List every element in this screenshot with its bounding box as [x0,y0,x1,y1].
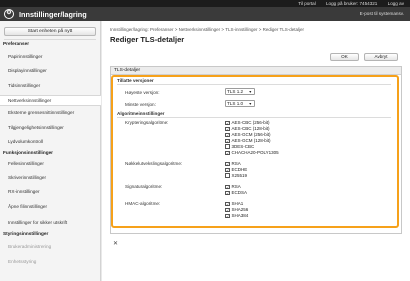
main-content: Innstillinger/lagring: Preferanser > Net… [102,21,410,281]
sidebar-item-rx[interactable]: RX-innstillinger [8,189,100,194]
divider [117,84,391,85]
cipher-3des-cbc-checkbox[interactable]: 3DES-CBC [225,144,254,149]
min-version-label: Minste versjon: [125,102,156,107]
page-title: Rediger TLS-detaljer [110,35,185,44]
ok-button[interactable]: OK [330,53,359,61]
checkbox-label: SHA384 [231,213,249,218]
sidebar-item-device-management[interactable]: Enhetsstyring [8,259,100,264]
app-header: ⚙ Innstillinger/lagring E-post til syste… [0,7,410,21]
keyex-x25519-checkbox[interactable]: X25519 [225,173,247,178]
checkbox-checked-icon: ✓ [225,161,230,167]
hmac-sha256-checkbox[interactable]: ✓ SHA256 [225,207,249,213]
checkbox-checked-icon: ✓ [225,184,230,190]
min-version-value: TLS 1.0 [227,101,244,106]
logout-link[interactable]: Logg av [388,1,404,6]
checkbox-empty-icon [225,173,230,178]
max-version-value: TLS 1.2 [227,89,244,94]
checkbox-checked-icon: ✓ [225,190,230,196]
algorithm-heading: Algoritmeinnstillinger [117,111,165,116]
sidebar-item-time[interactable]: Tidsinnstillinger [8,83,100,88]
cancel-button[interactable]: Avbryt [364,53,398,61]
max-version-select[interactable]: TLS 1.2 ▼ [225,88,255,95]
sidebar-item-network[interactable]: Nettverksinnstillinger [0,95,101,106]
checkbox-checked-icon: ✓ [225,126,230,132]
cipher-aes-cbc-128-checkbox[interactable]: ✓ AES-CBC (128-bit) [225,126,270,132]
chevron-down-icon: ▼ [248,102,252,106]
panel-title: TLS-detaljer [111,67,401,75]
cipher-aes-gcm-128-checkbox[interactable]: ✓ AES-GCM (128-bit) [225,138,271,144]
hmac-label: HMAC-algoritme: [125,201,161,206]
sidebar-heading-management: Styringsinnstillinger [3,231,49,236]
sign-rsa-checkbox[interactable]: ✓ RSA [225,184,241,190]
checkbox-empty-icon [225,144,230,149]
user-id: 7454321 [359,1,378,6]
checkbox-checked-icon: ✓ [225,207,230,213]
keyex-rsa-checkbox[interactable]: ✓ RSA [225,161,241,167]
checkbox-checked-icon: ✓ [225,132,230,138]
key-exchange-label: Nøkkelutvekslingsalgoritme: [125,161,183,166]
app-title: Innstillinger/lagring [19,10,87,19]
hmac-sha384-checkbox[interactable]: ✓ SHA384 [225,213,249,219]
versions-heading: Tillatte versjoner [117,78,154,83]
sidebar-item-paper[interactable]: Papirinnstillinger [8,54,100,59]
login-user-label: Logg på bruker: 7454321 [326,1,377,6]
hmac-sha1-checkbox[interactable]: ✓ SHA1 [225,201,244,207]
checkbox-checked-icon: ✓ [225,120,230,126]
highlight-frame: Tillatte versjoner Høyeste versjon: TLS … [111,75,399,228]
checkbox-label: ECDHE [231,167,248,172]
tls-details-panel: TLS-detaljer Tillatte versjoner Høyeste … [110,66,402,234]
sidebar-item-external-interface[interactable]: Eksterne grensesnittinnstillinger [8,110,100,115]
sign-ecdsa-checkbox[interactable]: ✓ ECDSA [225,190,248,196]
signature-label: Signaturalgoritme: [125,184,163,189]
cipher-aes-gcm-256-checkbox[interactable]: ✓ AES-GCM (256-bit) [225,132,271,138]
min-version-select[interactable]: TLS 1.0 ▼ [225,100,255,107]
sidebar-item-volume[interactable]: Lydvolumkontroll [8,139,100,144]
top-links: Til portal Logg på bruker: 7454321 Logg … [289,1,404,6]
email-admin-link[interactable]: E-post til systemansv. [360,11,404,16]
chevron-down-icon: ▼ [248,90,252,94]
breadcrumb: Innstillinger/lagring: Preferanser > Net… [110,27,305,32]
portal-link[interactable]: Til portal [298,1,315,6]
cipher-aes-cbc-256-checkbox[interactable]: ✓ AES-CBC (256-bit) [225,120,270,126]
restart-device-button[interactable]: Start enheten på nytt [4,27,96,36]
checkbox-checked-icon: ✓ [225,167,230,173]
divider [117,117,391,118]
checkbox-label: AES-GCM (256-bit) [231,132,271,137]
sidebar-item-common[interactable]: Fellesinnstillinger [8,161,100,166]
sidebar-item-display[interactable]: Displayinnstillinger [8,68,100,73]
sidebar-item-open-file[interactable]: Åpne filinnstillinger [8,204,100,209]
checkbox-label: AES-GCM (128-bit) [231,138,271,143]
settings-logo-icon: ⚙ [4,9,14,19]
checkbox-label: CHACHA20-POLY1305 [231,150,279,155]
login-user-text: Logg på bruker: [326,1,359,6]
checkbox-checked-icon: ✓ [225,150,230,156]
checkbox-checked-icon: ✓ [225,138,230,144]
sidebar: Start enheten på nytt Preferanser Papiri… [0,21,101,281]
checkbox-label: SHA1 [231,201,244,206]
checkbox-label: SHA256 [231,207,249,212]
checkbox-label: ECDSA [231,190,248,195]
keyex-ecdhe-checkbox[interactable]: ✓ ECDHE [225,167,248,173]
checkbox-checked-icon: ✓ [225,213,230,219]
checkbox-label: X25519 [231,173,248,178]
cipher-chacha20-checkbox[interactable]: ✓ CHACHA20-POLY1305 [225,150,279,156]
close-icon[interactable]: ✕ [113,240,118,247]
checkbox-label: 3DES-CBC [231,144,255,149]
checkbox-checked-icon: ✓ [225,201,230,207]
sidebar-heading-preferences: Preferanser [3,41,30,46]
divider [4,39,96,40]
checkbox-label: AES-CBC (128-bit) [231,126,270,131]
sidebar-item-accessibility[interactable]: Tilgjengelighetsinnstillinger [8,125,100,130]
checkbox-label: RSA [231,184,241,189]
sidebar-item-printer[interactable]: Skriverinnstillinger [8,175,100,180]
checkbox-label: AES-CBC (256-bit) [231,120,270,125]
sidebar-item-user-admin[interactable]: Brukeradministrering [8,244,100,249]
max-version-label: Høyeste versjon: [125,90,160,95]
top-bar: Til portal Logg på bruker: 7454321 Logg … [0,0,410,7]
sidebar-heading-function: Funksjonsinnstillinger [3,150,54,155]
sidebar-item-secure-print[interactable]: Innstillinger for sikker utskrift [8,220,100,225]
cipher-label: Krypteringsalgoritme: [125,120,169,125]
checkbox-label: RSA [231,161,241,166]
